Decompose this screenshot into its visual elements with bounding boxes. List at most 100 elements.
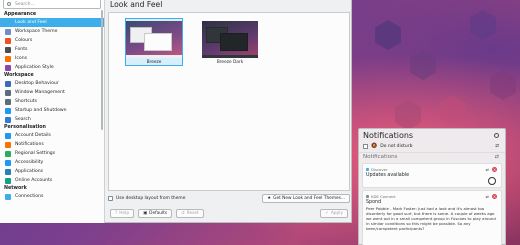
reset-icon: ↺ (181, 210, 185, 216)
notification-title: Updates available (366, 173, 410, 178)
section-title: Notifications (363, 154, 398, 160)
sidebar-item-label: Shortcuts (15, 99, 37, 104)
regional-settings-icon (5, 150, 11, 157)
reset-label: Reset (186, 210, 199, 216)
settings-window: Search... Appearance Look and Feel Workspa… (0, 0, 352, 223)
sidebar-item-applications[interactable]: Applications (0, 167, 104, 176)
sidebar-item-shortcuts[interactable]: Shortcuts (0, 97, 104, 106)
history-icon[interactable]: ⇄ (486, 194, 489, 199)
theme-label: Breeze Dark (216, 60, 244, 65)
sidebar-item-label: Accessibility (15, 160, 44, 165)
application-style-icon (5, 64, 11, 71)
look-and-feel-icon (5, 19, 11, 26)
history-icon[interactable]: ⇄ (486, 167, 489, 172)
use-layout-checkbox[interactable]: Use desktop layout from theme (108, 195, 185, 201)
sidebar-item-label: Desktop Behaviour (15, 81, 59, 86)
colours-icon (5, 37, 11, 44)
options-bar: Use desktop layout from theme ★ Get New … (108, 193, 350, 203)
shortcuts-icon (5, 98, 11, 105)
notifications-title: Notifications (363, 131, 414, 140)
sidebar-item-label: Online Accounts (15, 178, 53, 183)
kdeconnect-icon (366, 194, 369, 198)
sidebar-item-icons[interactable]: Icons (0, 54, 104, 63)
sidebar-item-colours[interactable]: Colours (0, 36, 104, 45)
sidebar-item-notifications[interactable]: Notifications (0, 140, 104, 149)
notification-title: Spond (366, 200, 382, 205)
clock-icon[interactable]: ⇄ (495, 144, 499, 149)
sidebar-item-regional-settings[interactable]: Regional Settings (0, 149, 104, 158)
sidebar-item-application-style[interactable]: Application Style (0, 63, 104, 72)
dialog-actions: ? Help ▣ Defaults ↺ Reset ✓ Apply (106, 208, 352, 218)
sidebar-item-look-and-feel[interactable]: Look and Feel (0, 18, 104, 27)
defaults-button[interactable]: ▣ Defaults (138, 208, 173, 218)
help-label: Help (119, 210, 130, 216)
help-button[interactable]: ? Help (110, 208, 135, 218)
search-icon (7, 2, 11, 6)
notification-app-name: KDE Connect (371, 193, 396, 199)
apply-button[interactable]: ✓ Apply (320, 208, 348, 218)
sidebar-scrollbar[interactable] (101, 10, 103, 130)
sidebar-item-workspace-theme[interactable]: Workspace Theme (0, 27, 104, 36)
sidebar-item-search[interactable]: Search (0, 115, 104, 124)
get-new-themes-label: Get New Look and Feel Themes... (273, 195, 345, 201)
sidebar-item-window-management[interactable]: Window Management (0, 88, 104, 97)
sidebar-item-online-accounts[interactable]: Online Accounts (0, 176, 104, 185)
dnd-label: Do not disturb (380, 143, 413, 149)
applications-icon (5, 168, 11, 175)
clear-all-icon[interactable]: ⇄ (495, 154, 499, 160)
sidebar-item-label: Account Details (15, 133, 51, 138)
theme-breeze-dark[interactable]: Breeze Dark (201, 18, 259, 66)
close-icon[interactable]: × (492, 167, 497, 172)
sidebar-list: Appearance Look and Feel Workspace Theme Co… (0, 11, 104, 201)
sidebar-item-desktop-behaviour[interactable]: Desktop Behaviour (0, 79, 104, 88)
search-icon (5, 116, 11, 123)
configure-icon[interactable] (494, 133, 499, 138)
icons-icon (5, 55, 11, 62)
page-title: Look and Feel (110, 0, 163, 9)
sidebar-item-startup-shutdown[interactable]: Startup and Shutdown (0, 106, 104, 115)
defaults-label: Defaults (149, 210, 168, 216)
startup-shutdown-icon (5, 107, 11, 114)
account-details-icon (5, 132, 11, 139)
sidebar-item-label: Workspace Theme (15, 29, 58, 34)
sidebar-item-label: Connections (15, 194, 44, 199)
accessibility-icon (5, 159, 11, 166)
dnd-checkbox[interactable] (363, 143, 368, 149)
notifications-section: Notifications ⇄ (359, 152, 505, 161)
theme-preview-breeze (126, 21, 182, 58)
theme-label: Breeze (146, 60, 162, 65)
sidebar-category: Workspace (4, 73, 34, 78)
search-placeholder: Search... (15, 1, 35, 7)
close-icon[interactable]: × (492, 194, 497, 199)
checkbox-box[interactable] (108, 195, 113, 201)
sidebar-item-connections[interactable]: Connections (0, 192, 104, 201)
discover-icon (366, 167, 369, 171)
bell-off-icon: 🔕 (371, 143, 378, 149)
sidebar-item-label: Application Style (15, 65, 54, 70)
sidebar-item-label: Search (15, 117, 31, 122)
sidebar-item-label: Fonts (15, 47, 28, 52)
sidebar-item-fonts[interactable]: Fonts (0, 45, 104, 54)
workspace-theme-icon (5, 28, 11, 35)
defaults-icon: ▣ (143, 210, 148, 216)
get-new-themes-button[interactable]: ★ Get New Look and Feel Themes... (262, 193, 350, 203)
notification-card-discover[interactable]: Discover Updates available ⇄ × (362, 163, 502, 188)
theme-breeze[interactable]: Breeze (125, 18, 183, 66)
do-not-disturb-toggle[interactable]: 🔕 Do not disturb ⇄ (359, 142, 505, 150)
main-panel: Look and Feel Breeze Breeze Dark Use des… (106, 0, 352, 223)
sidebar-item-label: Applications (15, 169, 44, 174)
fonts-icon (5, 46, 11, 53)
sidebar-item-label: Window Management (15, 90, 65, 95)
notifications-header: Notifications (359, 129, 505, 142)
sidebar-item-accessibility[interactable]: Accessibility (0, 158, 104, 167)
search-field[interactable]: Search... (3, 0, 101, 9)
apply-icon: ✓ (325, 210, 329, 216)
notification-app-name: Discover (371, 166, 388, 172)
help-icon: ? (115, 210, 118, 216)
sidebar-item-account-details[interactable]: Account Details (0, 131, 104, 140)
apply-label: Apply (330, 210, 343, 216)
download-icon: ★ (267, 195, 272, 201)
notification-card-kdeconnect[interactable]: KDE Connect Spond Peer Pobble - Mark Fos… (362, 190, 502, 245)
theme-preview-breeze-dark (202, 21, 258, 58)
reset-button[interactable]: ↺ Reset (176, 208, 204, 218)
